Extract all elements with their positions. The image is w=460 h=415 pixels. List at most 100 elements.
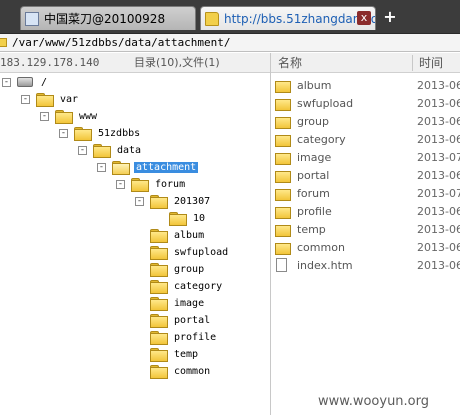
collapse-toggle-icon[interactable]: - bbox=[116, 179, 125, 189]
collapse-toggle-icon[interactable]: - bbox=[97, 162, 106, 172]
tree-node[interactable]: - 201307 bbox=[135, 193, 212, 209]
collapse-toggle-icon[interactable]: - bbox=[78, 145, 87, 155]
tree-node-label: var bbox=[60, 93, 79, 105]
folder-icon bbox=[150, 246, 168, 260]
tree-node[interactable]: swfupload bbox=[135, 244, 230, 260]
folder-icon bbox=[150, 263, 168, 277]
folder-icon bbox=[275, 134, 291, 147]
tree-node-label: 201307 bbox=[174, 195, 211, 207]
tree-node[interactable]: - data bbox=[78, 142, 143, 158]
list-item[interactable]: profile 2013-06- bbox=[271, 202, 460, 220]
item-name: image bbox=[297, 150, 332, 164]
list-item[interactable]: common 2013-06- bbox=[271, 238, 460, 256]
page-icon bbox=[25, 11, 39, 26]
item-time: 2013-07- bbox=[417, 150, 460, 164]
tree-node[interactable]: - attachment bbox=[97, 159, 199, 175]
column-name[interactable]: 名称 bbox=[278, 53, 302, 73]
folder-icon bbox=[93, 144, 111, 158]
tree-node[interactable]: category bbox=[135, 278, 224, 294]
folder-icon bbox=[275, 116, 291, 129]
folder-icon bbox=[150, 331, 168, 345]
tree-node-label: / bbox=[41, 76, 48, 88]
folder-icon bbox=[150, 297, 168, 311]
tree-node[interactable]: profile bbox=[135, 329, 218, 345]
list-item[interactable]: group 2013-06- bbox=[271, 112, 460, 130]
watermark: www.wooyun.org bbox=[318, 394, 430, 409]
tree-node[interactable]: album bbox=[135, 227, 206, 243]
folder-icon bbox=[55, 110, 73, 124]
file-list: album 2013-06- swfupload 2013-06- group 2013-… bbox=[271, 74, 460, 415]
tree-header: 183.129.178.140 目录(10),文件(1) bbox=[0, 53, 270, 73]
folder-icon bbox=[275, 170, 291, 183]
list-item[interactable]: category 2013-06- bbox=[271, 130, 460, 148]
folder-icon bbox=[275, 152, 291, 165]
folder-icon bbox=[131, 178, 149, 192]
tree-node[interactable]: - forum bbox=[116, 176, 187, 192]
tree-node-label: category bbox=[174, 280, 223, 292]
folder-icon bbox=[275, 242, 291, 255]
list-item[interactable]: image 2013-07- bbox=[271, 148, 460, 166]
item-time: 2013-06- bbox=[417, 222, 460, 236]
tree-node[interactable]: temp bbox=[135, 346, 200, 362]
item-time: 2013-06- bbox=[417, 78, 460, 92]
tree-node[interactable]: - www bbox=[40, 108, 99, 124]
new-tab-button[interactable]: + bbox=[382, 9, 398, 25]
list-item[interactable]: swfupload 2013-06- bbox=[271, 94, 460, 112]
folder-icon bbox=[36, 93, 54, 107]
tab-chopper[interactable]: 中国菜刀@20100928 bbox=[20, 6, 196, 30]
folder-icon bbox=[275, 224, 291, 237]
file-list-header: 名称 时间 bbox=[271, 53, 460, 73]
collapse-toggle-icon[interactable]: - bbox=[21, 94, 30, 104]
tree-node[interactable]: - var bbox=[21, 91, 80, 107]
tree-node[interactable]: image bbox=[135, 295, 206, 311]
folder-icon bbox=[150, 195, 168, 209]
column-divider[interactable] bbox=[412, 55, 413, 71]
item-name: profile bbox=[297, 204, 332, 218]
tree-node-label: temp bbox=[174, 348, 199, 360]
browser-tab-bar: 中国菜刀@20100928 http://bbs.51zhangdan.com/… bbox=[0, 0, 460, 34]
folder-icon bbox=[169, 212, 187, 226]
collapse-toggle-icon[interactable]: - bbox=[2, 77, 11, 87]
folder-icon bbox=[275, 98, 291, 111]
folder-icon bbox=[150, 280, 168, 294]
folder-icon bbox=[150, 229, 168, 243]
collapse-toggle-icon[interactable]: - bbox=[59, 128, 68, 138]
list-item[interactable]: temp 2013-06- bbox=[271, 220, 460, 238]
tree-node-label: data bbox=[117, 144, 142, 156]
item-time: 2013-07- bbox=[417, 186, 460, 200]
close-icon[interactable]: x bbox=[357, 11, 371, 25]
tree-node[interactable]: portal bbox=[135, 312, 212, 328]
folder-icon bbox=[205, 11, 219, 26]
file-icon bbox=[276, 258, 287, 272]
folder-icon bbox=[150, 365, 168, 379]
tree-node-label: common bbox=[174, 365, 211, 377]
tree-node-label: 51zdbbs bbox=[98, 127, 141, 139]
list-item[interactable]: album 2013-06- bbox=[271, 76, 460, 94]
tree-node-label: group bbox=[174, 263, 205, 275]
item-name: forum bbox=[297, 186, 330, 200]
list-item[interactable]: forum 2013-07- bbox=[271, 184, 460, 202]
folder-icon bbox=[0, 38, 7, 47]
folder-icon bbox=[74, 127, 92, 141]
item-name: swfupload bbox=[297, 96, 354, 110]
item-name: album bbox=[297, 78, 332, 92]
tree-node[interactable]: - / bbox=[2, 74, 49, 90]
tree-node[interactable]: - 51zdbbs bbox=[59, 125, 142, 141]
item-time: 2013-06- bbox=[417, 168, 460, 182]
tree-node[interactable]: 10 bbox=[154, 210, 207, 226]
collapse-toggle-icon[interactable]: - bbox=[40, 111, 49, 121]
column-time[interactable]: 时间 bbox=[419, 53, 443, 73]
collapse-toggle-icon[interactable]: - bbox=[135, 196, 144, 206]
tree-node-label: album bbox=[174, 229, 205, 241]
folder-icon bbox=[275, 188, 291, 201]
folder-icon bbox=[150, 348, 168, 362]
path-bar[interactable]: /var/www/51zdbbs/data/attachment/ bbox=[0, 34, 460, 52]
directory-counts: 目录(10),文件(1) bbox=[134, 56, 220, 69]
item-time: 2013-06- bbox=[417, 258, 460, 272]
tree-node-label: image bbox=[174, 297, 205, 309]
tab-bbs[interactable]: http://bbs.51zhangdan.com/... x bbox=[200, 6, 376, 30]
tree-node[interactable]: common bbox=[135, 363, 212, 379]
tree-node[interactable]: group bbox=[135, 261, 206, 277]
list-item[interactable]: portal 2013-06- bbox=[271, 166, 460, 184]
list-item[interactable]: index.htm 2013-06- bbox=[271, 256, 460, 274]
